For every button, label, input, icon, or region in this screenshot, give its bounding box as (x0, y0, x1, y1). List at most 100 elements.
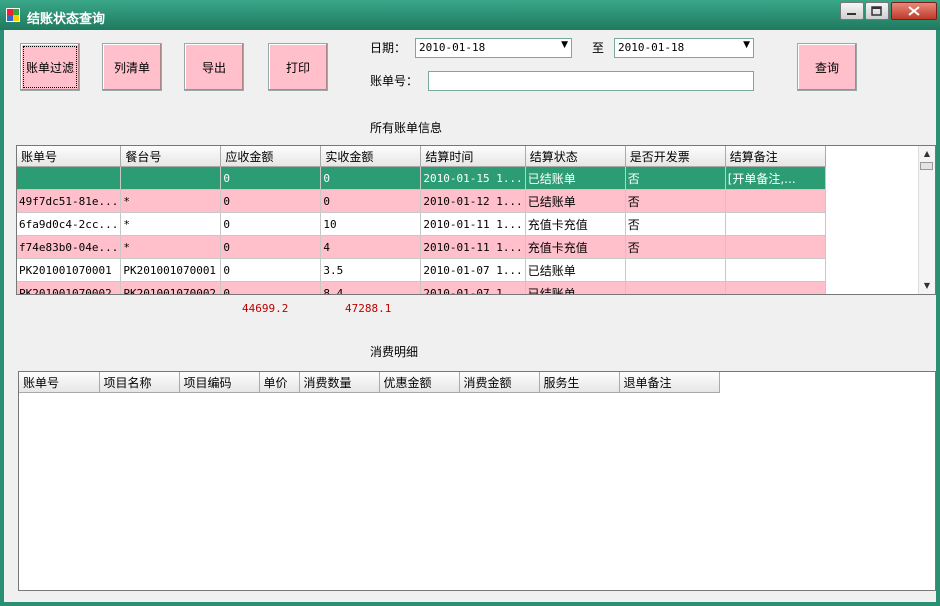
close-button[interactable] (891, 2, 937, 20)
table-cell[interactable]: * (120, 212, 222, 236)
table-cell[interactable]: 6fa9d0c4-2cc... (17, 212, 122, 236)
bills-section-title: 所有账单信息 (370, 121, 443, 135)
column-header[interactable]: 退单备注 (619, 372, 720, 393)
column-header[interactable]: 优惠金额 (379, 372, 460, 393)
minimize-icon (847, 13, 856, 15)
table-cell[interactable]: 否 (625, 235, 726, 259)
table-row[interactable]: 0 0 2010-01-15 1... 已结账单 否 [开单备注,... (17, 166, 826, 190)
table-cell[interactable]: 0 (320, 166, 422, 190)
client-area: 账单过滤 列清单 导出 打印 查询 日期： 2010-01-18 ▼ 至 201… (4, 30, 936, 602)
table-cell[interactable]: 2010-01-15 1... (420, 166, 526, 190)
details-section-title: 消费明细 (370, 345, 419, 359)
export-button[interactable]: 导出 (184, 43, 244, 91)
column-header[interactable]: 项目编码 (179, 372, 260, 393)
details-grid[interactable]: 账单号 项目名称 项目编码 单价 消费数量 优惠金额 消费金额 服务生 退单备注 (18, 371, 936, 591)
column-header[interactable]: 餐台号 (120, 146, 222, 167)
table-cell[interactable] (725, 212, 826, 236)
maximize-button[interactable] (865, 2, 889, 20)
table-cell[interactable]: PK201001070002 (120, 281, 222, 294)
table-cell[interactable] (625, 258, 726, 282)
table-cell[interactable] (725, 281, 826, 294)
date-to-picker[interactable]: 2010-01-18 ▼ (614, 38, 754, 58)
table-cell[interactable]: 0 (220, 281, 322, 294)
column-header[interactable]: 结算状态 (525, 146, 626, 167)
details-header-row: 账单号 项目名称 项目编码 单价 消费数量 优惠金额 消费金额 服务生 退单备注 (19, 372, 720, 393)
table-cell[interactable]: 0 (220, 189, 322, 213)
table-cell[interactable]: [开单备注,... (725, 166, 826, 190)
table-cell[interactable]: 0 (320, 189, 422, 213)
total-received: 47288.1 (345, 302, 392, 315)
table-cell[interactable]: 否 (625, 166, 726, 190)
table-cell[interactable]: PK201001070002 (17, 281, 122, 294)
table-cell[interactable]: * (120, 189, 222, 213)
table-cell[interactable]: 否 (625, 212, 726, 236)
table-cell[interactable]: 2010-01-07 1... (420, 258, 526, 282)
table-cell[interactable]: 0 (220, 235, 322, 259)
table-cell[interactable]: 4 (320, 235, 422, 259)
table-cell[interactable]: 2010-01-07 1... (420, 281, 526, 294)
table-cell[interactable]: 已结账单 (525, 166, 626, 190)
bill-number-label: 账单号： (370, 74, 419, 88)
table-cell[interactable] (17, 166, 122, 190)
date-from-value: 2010-01-18 (419, 41, 486, 54)
column-header[interactable]: 结算时间 (420, 146, 526, 167)
column-header[interactable]: 应收金额 (220, 146, 322, 167)
table-cell[interactable] (725, 235, 826, 259)
table-cell[interactable]: 已结账单 (525, 281, 626, 294)
column-header[interactable]: 单价 (259, 372, 300, 393)
column-header[interactable]: 是否开发票 (625, 146, 726, 167)
table-row[interactable]: PK201001070002 PK201001070002 0 8.4 2010… (17, 281, 826, 294)
date-from-picker[interactable]: 2010-01-18 ▼ (415, 38, 572, 58)
table-cell[interactable]: 已结账单 (525, 258, 626, 282)
column-header[interactable]: 消费数量 (299, 372, 380, 393)
column-header[interactable]: 消费金额 (459, 372, 540, 393)
list-button[interactable]: 列清单 (102, 43, 162, 91)
title-bar[interactable]: 结账状态查询 (0, 0, 940, 30)
print-button[interactable]: 打印 (268, 43, 328, 91)
table-cell[interactable]: * (120, 235, 222, 259)
table-cell[interactable]: 0 (220, 166, 322, 190)
column-header[interactable]: 结算备注 (725, 146, 826, 167)
table-cell[interactable]: 否 (625, 189, 726, 213)
table-cell[interactable]: 3.5 (320, 258, 422, 282)
table-cell[interactable]: 0 (220, 258, 322, 282)
table-cell[interactable]: 充值卡充值 (525, 235, 626, 259)
table-cell[interactable] (725, 258, 826, 282)
bills-vertical-scrollbar[interactable]: ▲ ▼ (918, 146, 935, 294)
column-header[interactable]: 账单号 (19, 372, 100, 393)
column-header[interactable]: 服务生 (539, 372, 620, 393)
table-cell[interactable]: f74e83b0-04e... (17, 235, 122, 259)
table-cell[interactable]: 2010-01-11 1... (420, 212, 526, 236)
table-cell[interactable]: 2010-01-12 1... (420, 189, 526, 213)
table-cell[interactable]: 49f7dc51-81e... (17, 189, 122, 213)
scroll-thumb[interactable] (920, 162, 933, 170)
dropdown-arrow-icon: ▼ (743, 40, 750, 50)
table-cell[interactable]: 10 (320, 212, 422, 236)
table-cell[interactable]: 已结账单 (525, 189, 626, 213)
column-header[interactable]: 账单号 (17, 146, 122, 167)
column-header[interactable]: 项目名称 (99, 372, 180, 393)
table-cell[interactable]: 充值卡充值 (525, 212, 626, 236)
table-cell[interactable]: 2010-01-11 1... (420, 235, 526, 259)
column-header[interactable]: 实收金额 (320, 146, 422, 167)
scroll-down-icon[interactable]: ▼ (919, 278, 935, 294)
bills-header-row: 账单号 餐台号 应收金额 实收金额 结算时间 结算状态 是否开发票 结算备注 (17, 146, 826, 167)
filter-bills-button[interactable]: 账单过滤 (20, 43, 80, 91)
bill-number-input[interactable] (428, 71, 754, 91)
query-button[interactable]: 查询 (797, 43, 857, 91)
table-cell[interactable]: 0 (220, 212, 322, 236)
table-row[interactable]: PK201001070001 PK201001070001 0 3.5 2010… (17, 258, 826, 282)
scroll-up-icon[interactable]: ▲ (919, 146, 935, 162)
table-cell[interactable] (725, 189, 826, 213)
minimize-button[interactable] (840, 2, 864, 20)
table-cell[interactable] (625, 281, 726, 294)
table-cell[interactable] (120, 166, 222, 190)
dropdown-arrow-icon: ▼ (561, 40, 568, 50)
table-cell[interactable]: PK201001070001 (120, 258, 222, 282)
table-cell[interactable]: 8.4 (320, 281, 422, 294)
table-row[interactable]: 6fa9d0c4-2cc... * 0 10 2010-01-11 1... 充… (17, 212, 826, 236)
table-row[interactable]: f74e83b0-04e... * 0 4 2010-01-11 1... 充值… (17, 235, 826, 259)
table-cell[interactable]: PK201001070001 (17, 258, 122, 282)
table-row[interactable]: 49f7dc51-81e... * 0 0 2010-01-12 1... 已结… (17, 189, 826, 213)
bills-grid[interactable]: 账单号 餐台号 应收金额 实收金额 结算时间 结算状态 是否开发票 结算备注 0… (16, 145, 936, 295)
